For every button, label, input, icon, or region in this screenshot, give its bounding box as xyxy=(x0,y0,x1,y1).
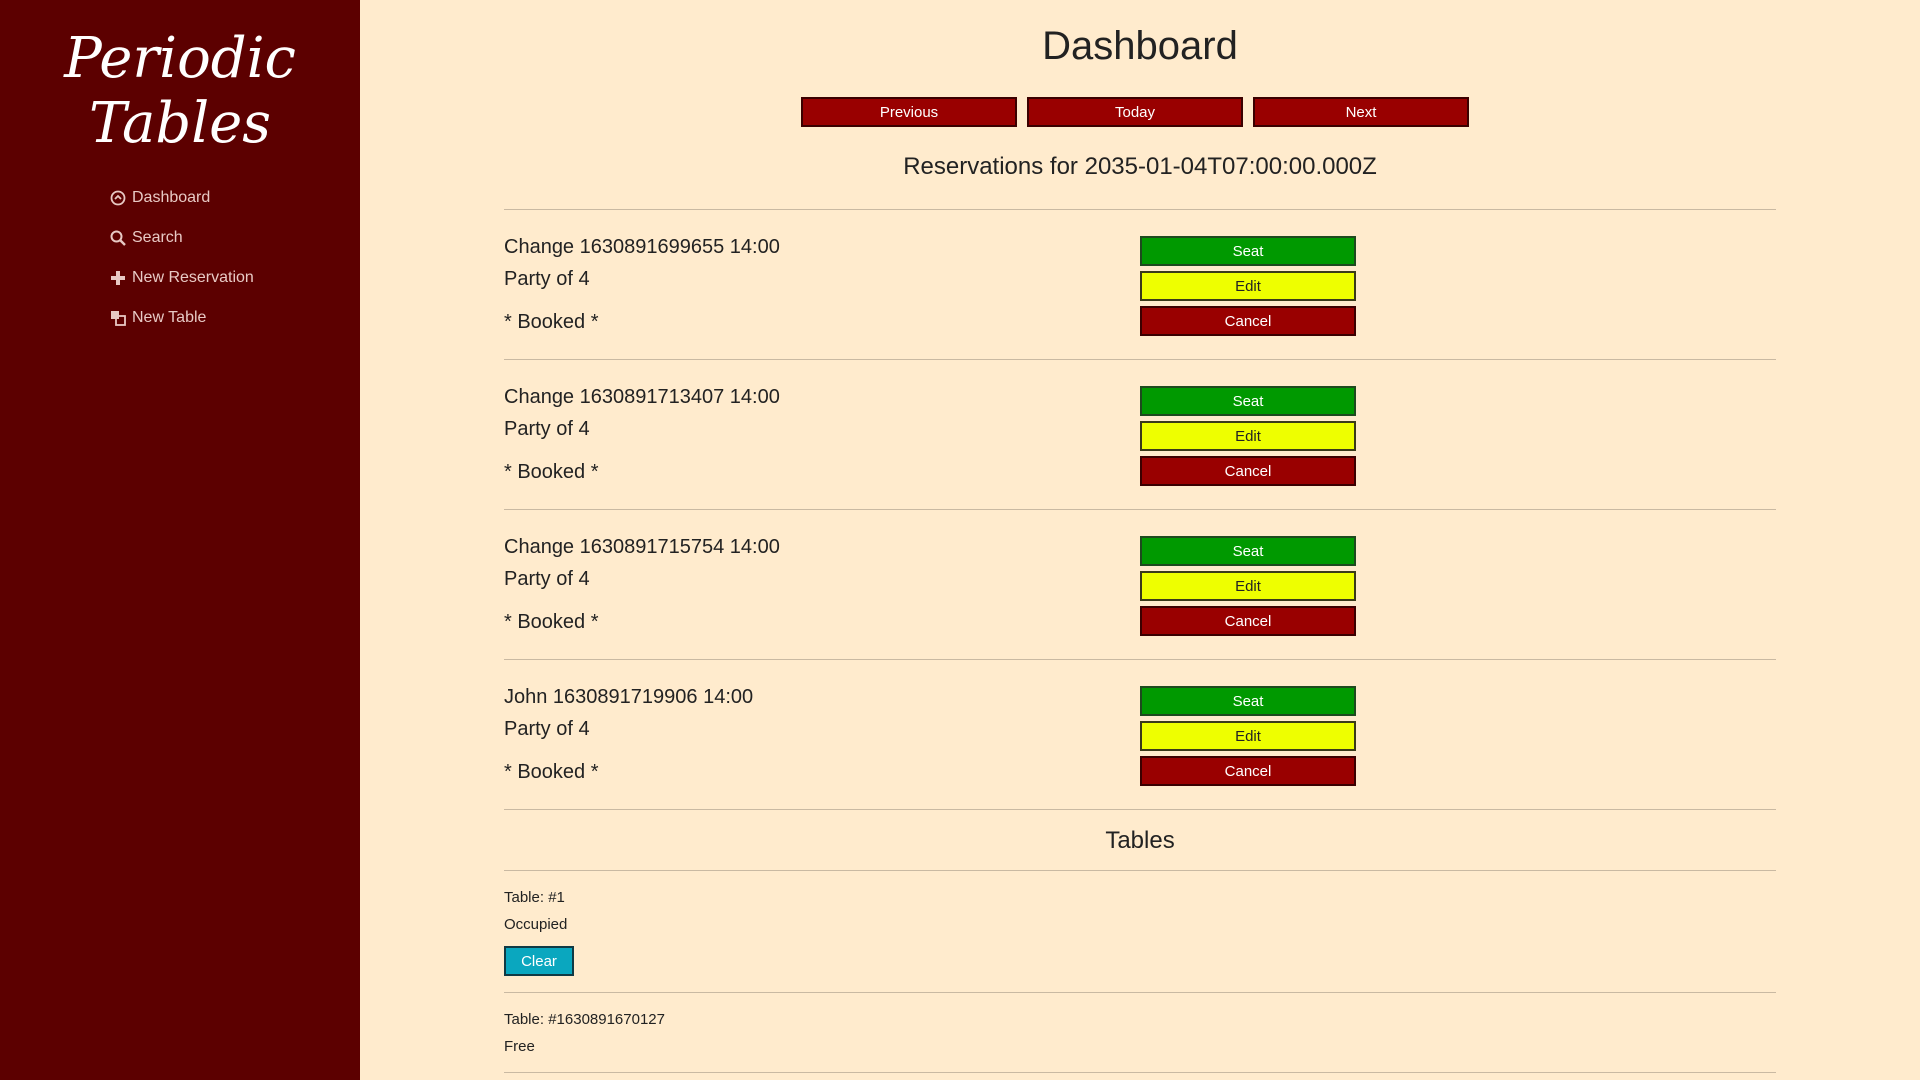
sidebar: Periodic Tables Dashboard Search New Res… xyxy=(0,0,360,1080)
edit-button[interactable]: Edit xyxy=(1140,271,1356,301)
reservation-name: John 1630891719906 14:00 xyxy=(504,686,754,708)
clear-button[interactable]: Clear xyxy=(504,946,574,976)
sidebar-nav: Dashboard Search New Reservation New Tab… xyxy=(0,178,360,338)
sidebar-item-label: Dashboard xyxy=(132,189,211,206)
cancel-button[interactable]: Cancel xyxy=(1140,606,1356,636)
plus-icon xyxy=(110,269,130,287)
seat-button[interactable]: Seat xyxy=(1140,236,1356,266)
table-card: Table: #1 Occupied Clear xyxy=(504,871,1776,993)
reservation-party: Party of 4 xyxy=(504,268,590,290)
tables-heading: Tables xyxy=(504,810,1776,871)
previous-button[interactable]: Previous xyxy=(801,97,1017,127)
reservation-name: Change 1630891715754 14:00 xyxy=(504,536,780,558)
sidebar-item-label: New Reservation xyxy=(132,269,254,286)
table-name: Table: #1 xyxy=(504,889,565,906)
reservation-name: Change 1630891713407 14:00 xyxy=(504,386,780,408)
sidebar-item-new-table[interactable]: New Table xyxy=(110,298,360,338)
reservation-card: Change 1630891715754 14:00 Party of 4 * … xyxy=(504,510,1776,660)
table-status: Occupied xyxy=(504,916,568,933)
reservation-card: Change 1630891713407 14:00 Party of 4 * … xyxy=(504,360,1776,510)
reservations-heading: Reservations for 2035-01-04T07:00:00.000… xyxy=(903,153,1377,180)
reservation-card: Change 1630891699655 14:00 Party of 4 * … xyxy=(504,210,1776,360)
table-status: Free xyxy=(504,1038,535,1055)
edit-button[interactable]: Edit xyxy=(1140,571,1356,601)
next-button[interactable]: Next xyxy=(1253,97,1469,127)
seat-button[interactable]: Seat xyxy=(1140,686,1356,716)
main-content: Dashboard Previous Today Next Reservatio… xyxy=(360,0,1920,1080)
reservation-card: John 1630891719906 14:00 Party of 4 * Bo… xyxy=(504,660,1776,810)
today-button[interactable]: Today xyxy=(1027,97,1243,127)
reservation-status: * Booked * xyxy=(504,461,599,483)
edit-button[interactable]: Edit xyxy=(1140,421,1356,451)
sidebar-item-search[interactable]: Search xyxy=(110,218,360,258)
reservation-actions: Seat Edit Cancel xyxy=(1140,236,1356,341)
cancel-button[interactable]: Cancel xyxy=(1140,456,1356,486)
dashboard-content: Change 1630891699655 14:00 Party of 4 * … xyxy=(504,209,1776,1073)
date-navigation: Previous Today Next xyxy=(801,97,1469,127)
cancel-button[interactable]: Cancel xyxy=(1140,306,1356,336)
table-card: Table: #1630891670127 Free xyxy=(504,993,1776,1073)
table-icon xyxy=(110,309,130,327)
seat-button[interactable]: Seat xyxy=(1140,536,1356,566)
sidebar-item-label: New Table xyxy=(132,309,207,326)
reservation-actions: Seat Edit Cancel xyxy=(1140,536,1356,641)
reservation-party: Party of 4 xyxy=(504,718,590,740)
dashboard-icon xyxy=(110,189,130,207)
reservation-actions: Seat Edit Cancel xyxy=(1140,686,1356,791)
cancel-button[interactable]: Cancel xyxy=(1140,756,1356,786)
reservation-name: Change 1630891699655 14:00 xyxy=(504,236,780,258)
edit-button[interactable]: Edit xyxy=(1140,721,1356,751)
reservation-actions: Seat Edit Cancel xyxy=(1140,386,1356,491)
page-title: Dashboard xyxy=(1042,24,1238,68)
brand-title[interactable]: Periodic Tables xyxy=(0,26,360,156)
sidebar-item-new-reservation[interactable]: New Reservation xyxy=(110,258,360,298)
sidebar-item-dashboard[interactable]: Dashboard xyxy=(110,178,360,218)
seat-button[interactable]: Seat xyxy=(1140,386,1356,416)
reservation-status: * Booked * xyxy=(504,311,599,333)
reservation-party: Party of 4 xyxy=(504,568,590,590)
reservation-status: * Booked * xyxy=(504,761,599,783)
sidebar-item-label: Search xyxy=(132,229,183,246)
search-icon xyxy=(110,229,130,247)
reservation-status: * Booked * xyxy=(504,611,599,633)
reservation-party: Party of 4 xyxy=(504,418,590,440)
table-name: Table: #1630891670127 xyxy=(504,1011,665,1028)
